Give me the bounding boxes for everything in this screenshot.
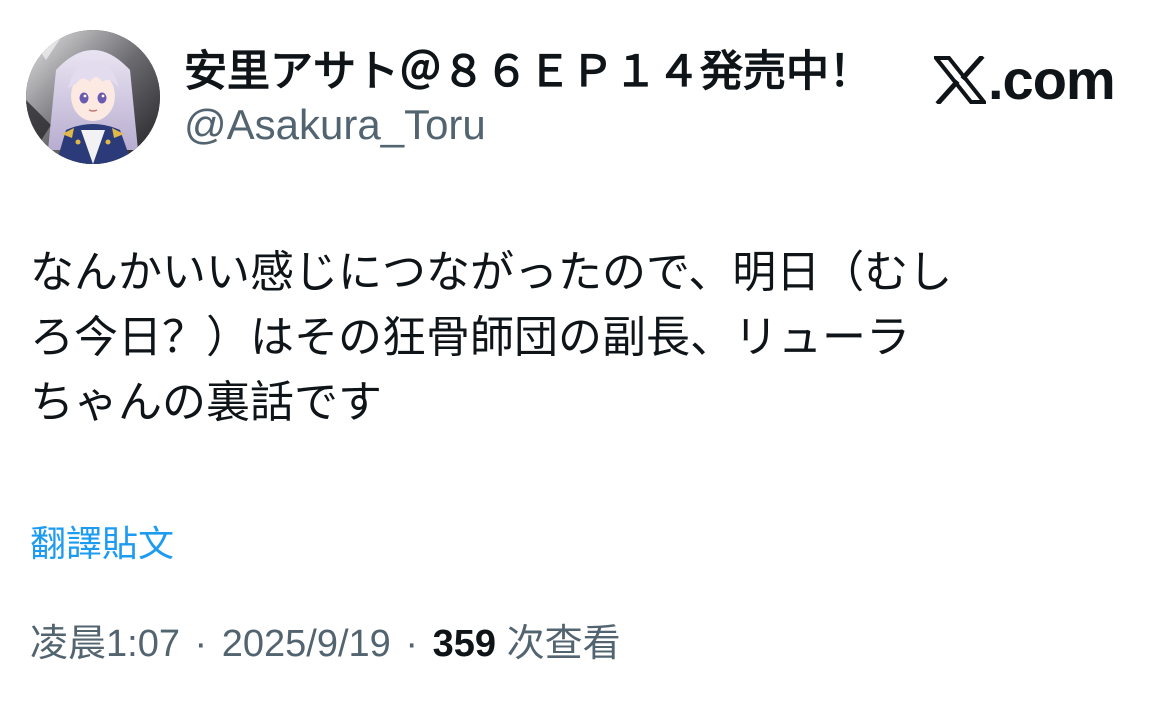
meta-separator: · xyxy=(405,623,419,665)
views-count[interactable]: 359 xyxy=(433,623,496,665)
tweet-text-line: なんかいい感じにつながったので、明日（むし xyxy=(30,247,953,298)
tweet-text-line: ろ今日？）はその狂骨師団の副長、リューラ xyxy=(30,312,910,363)
author-display-name[interactable]: 安里アサト＠８６ＥＰ１４発売中！ xyxy=(184,44,872,100)
post-date[interactable]: 2025/9/19 xyxy=(222,623,391,665)
tweet-text: なんかいい感じにつながったので、明日（むし ろ今日？）はその狂骨師団の副長、リュ… xyxy=(30,240,1120,435)
post-time[interactable]: 凌晨1:07 xyxy=(30,623,180,665)
tweet-meta: 凌晨1:07 · 2025/9/19 · 359 次查看 xyxy=(30,616,621,672)
avatar-anime-character-icon xyxy=(26,30,160,164)
views-label: 次查看 xyxy=(506,623,621,665)
x-brand[interactable]: .com xyxy=(934,48,1116,111)
tweet-card: 安里アサト＠８６ＥＰ１４発売中！ @Asakura_Toru .com なんかい… xyxy=(0,0,1170,706)
translate-post-link[interactable]: 翻譯貼文 xyxy=(30,520,174,570)
x-logo-icon xyxy=(934,56,986,104)
author-handle[interactable]: @Asakura_Toru xyxy=(184,100,486,150)
brand-domain-suffix: .com xyxy=(988,48,1116,111)
tweet-text-line: ちゃんの裏話です xyxy=(30,377,382,428)
meta-separator: · xyxy=(194,623,208,665)
author-avatar[interactable] xyxy=(26,30,160,164)
